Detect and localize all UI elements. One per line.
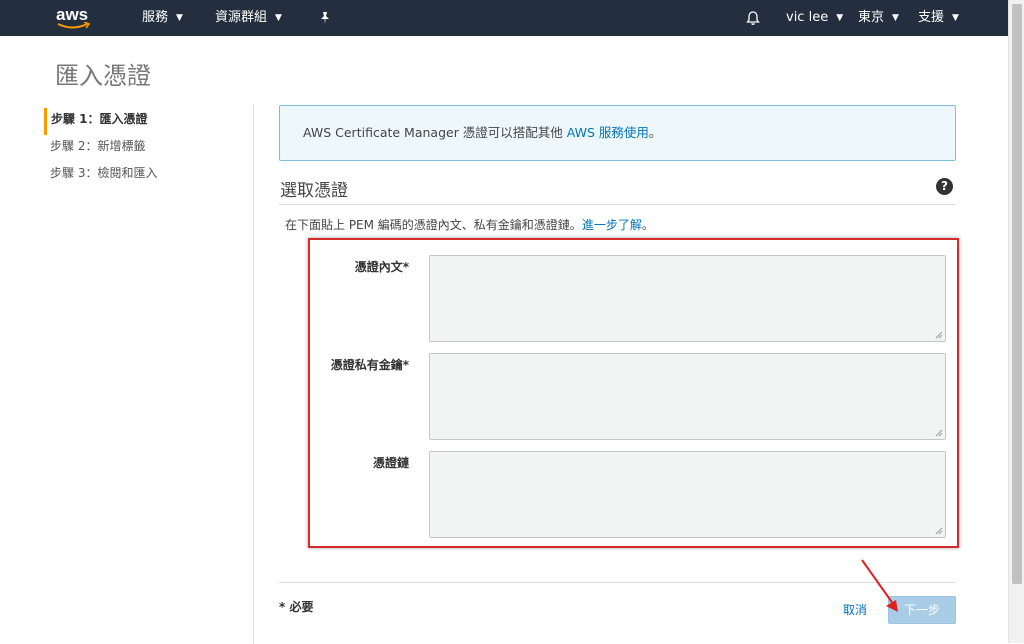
info-text: AWS Certificate Manager 憑證可以搭配其他 xyxy=(303,125,567,140)
column-divider xyxy=(253,104,254,644)
required-note: * 必要 xyxy=(279,600,314,614)
step-add-tags[interactable]: 步驟 2：新增標籤 xyxy=(44,135,244,162)
resource-groups-label: 資源群組 xyxy=(215,10,268,25)
vertical-scrollbar[interactable] xyxy=(1008,0,1024,643)
chevron-down-icon: ▼ xyxy=(892,13,899,23)
footer-divider xyxy=(279,582,956,583)
resource-groups-menu[interactable]: 資源群組 ▼ xyxy=(215,0,282,36)
pin-icon xyxy=(321,11,329,24)
chevron-down-icon: ▼ xyxy=(275,13,282,23)
step-review-and-import[interactable]: 步驟 3：檢閱和匯入 xyxy=(44,162,244,189)
top-navigation-bar: aws 服務 ▼ 資源群組 ▼ vic lee ▼ 東京 ▼ 支援 ▼ xyxy=(0,0,1008,36)
info-box: AWS Certificate Manager 憑證可以搭配其他 AWS 服務使… xyxy=(279,105,956,161)
user-menu[interactable]: vic lee ▼ xyxy=(786,0,843,36)
section-description: 在下面貼上 PEM 編碼的憑證內文、私有金鑰和憑證鏈。進一步了解。 xyxy=(285,216,654,233)
support-label: 支援 xyxy=(918,10,945,25)
description-text: 在下面貼上 PEM 編碼的憑證內文、私有金鑰和憑證鏈。 xyxy=(285,218,582,232)
support-menu[interactable]: 支援 ▼ xyxy=(918,0,959,36)
bell-icon xyxy=(746,10,760,25)
chevron-down-icon: ▼ xyxy=(836,13,844,23)
aws-smile-icon xyxy=(57,22,91,29)
region-menu[interactable]: 東京 ▼ xyxy=(858,0,899,36)
aws-services-link[interactable]: AWS 服務使用 xyxy=(567,125,649,140)
wizard-steps: 步驟 1：匯入憑證 步驟 2：新增標籤 步驟 3：檢閱和匯入 xyxy=(44,108,244,189)
chevron-down-icon: ▼ xyxy=(952,13,959,23)
services-label: 服務 xyxy=(142,10,169,25)
aws-logo[interactable]: aws xyxy=(56,4,96,32)
help-icon[interactable]: ? xyxy=(936,178,953,195)
step-import-certificate[interactable]: 步驟 1：匯入憑證 xyxy=(44,108,244,135)
pin-button[interactable] xyxy=(318,0,332,36)
services-menu[interactable]: 服務 ▼ xyxy=(142,0,183,36)
section-divider xyxy=(279,204,956,205)
learn-more-link[interactable]: 進一步了解 xyxy=(582,218,642,232)
chevron-down-icon: ▼ xyxy=(176,13,183,23)
user-name: vic lee xyxy=(786,10,829,25)
scrollbar-thumb[interactable] xyxy=(1012,4,1022,584)
notifications-button[interactable] xyxy=(745,0,761,36)
annotation-arrow-icon xyxy=(861,559,898,612)
section-title: 選取憑證 xyxy=(280,181,348,201)
info-suffix: 。 xyxy=(648,125,662,140)
page-title: 匯入憑證 xyxy=(55,62,151,90)
region-label: 東京 xyxy=(858,10,885,25)
learn-more-suffix: 。 xyxy=(641,218,654,232)
highlight-box xyxy=(308,238,959,548)
